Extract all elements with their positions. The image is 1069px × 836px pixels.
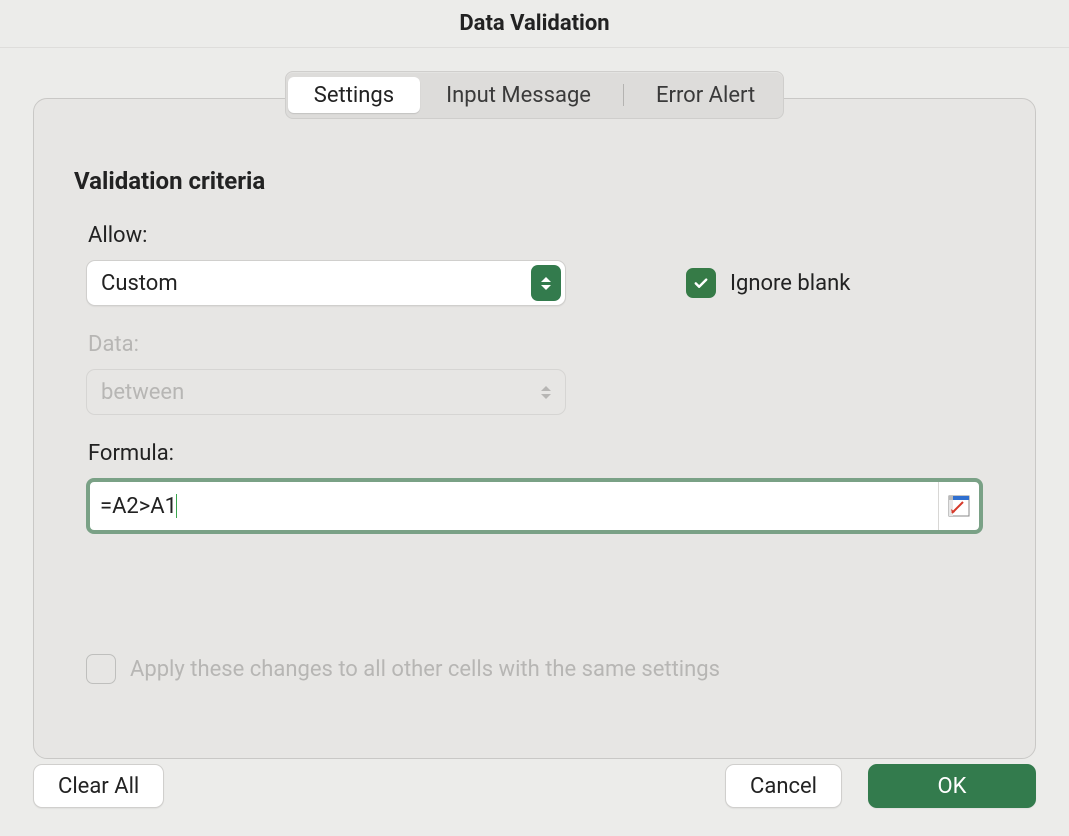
tab-separator [623,84,624,106]
right-button-group: Cancel OK [725,764,1036,808]
formula-value: =A2>A1 [100,494,177,519]
formula-input[interactable]: =A2>A1 [90,482,939,530]
formula-label: Formula: [88,441,983,466]
chevron-up-down-icon [531,374,561,410]
text-caret [176,494,177,518]
apply-all-checkbox: Apply these changes to all other cells w… [86,654,983,684]
tab-error-alert[interactable]: Error Alert [630,77,781,113]
dialog-titlebar: Data Validation [0,0,1069,48]
ignore-blank-checkbox[interactable]: Ignore blank [686,268,850,298]
data-value: between [101,380,184,405]
allow-row: Custom Ignore blank [86,260,983,306]
clear-all-button[interactable]: Clear All [33,764,164,808]
allow-value: Custom [101,271,178,296]
data-label: Data: [88,332,983,357]
ignore-blank-label: Ignore blank [730,271,850,296]
formula-field-wrap: =A2>A1 [86,478,983,534]
dialog-buttons: Clear All Cancel OK [33,764,1036,808]
chevron-up-down-icon [531,265,561,301]
tab-label: Error Alert [656,83,755,108]
checkbox-box [86,654,116,684]
allow-label: Allow: [88,223,983,248]
allow-select[interactable]: Custom [86,260,566,306]
dialog-content: Settings Input Message Error Alert Valid… [33,71,1036,732]
tab-settings[interactable]: Settings [288,77,420,113]
tab-label: Input Message [446,83,591,108]
tab-label: Settings [314,83,394,108]
dialog-title: Data Validation [459,11,609,36]
validation-form: Allow: Custom Ignor [86,223,983,684]
tab-bar: Settings Input Message Error Alert [285,71,784,119]
data-validation-dialog: Data Validation Settings Input Message E… [0,0,1069,836]
tab-input-message[interactable]: Input Message [420,77,617,113]
spreadsheet-icon [948,495,970,517]
apply-all-label: Apply these changes to all other cells w… [130,657,720,682]
range-picker-button[interactable] [939,482,979,530]
data-row: between [86,369,983,415]
data-select: between [86,369,566,415]
checkbox-box [686,268,716,298]
settings-panel: Validation criteria Allow: Custom [33,98,1036,759]
button-label: OK [938,774,967,799]
section-title: Validation criteria [74,167,995,195]
check-icon [692,274,710,292]
ok-button[interactable]: OK [868,764,1036,808]
cancel-button[interactable]: Cancel [725,764,842,808]
button-label: Clear All [58,774,139,799]
button-label: Cancel [750,774,817,799]
